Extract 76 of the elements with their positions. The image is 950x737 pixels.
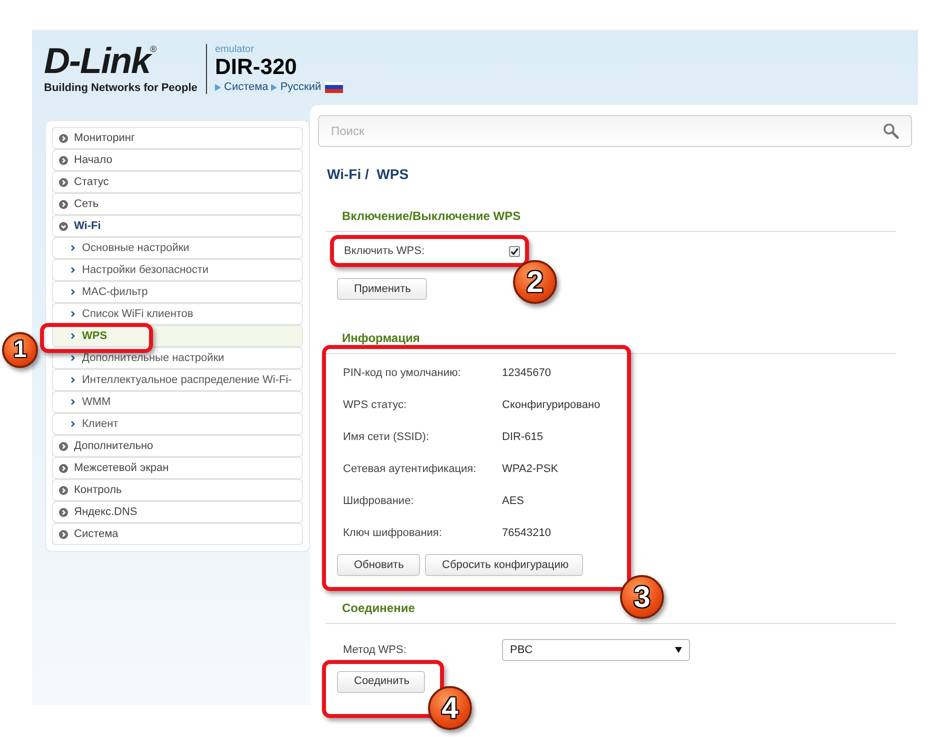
chevron-icon — [71, 421, 75, 427]
breadcrumb-link[interactable]: Система — [224, 79, 268, 96]
chevron-icon — [71, 289, 75, 295]
submenu-item[interactable]: Дополнительные настройки — [52, 347, 303, 369]
submenu-item[interactable]: Основные настройки — [52, 237, 303, 259]
action-button[interactable]: Соединить — [337, 670, 425, 692]
action-button[interactable]: Обновить — [337, 554, 420, 576]
chevron-right-icon — [59, 508, 68, 516]
field-label: Метод WPS: — [343, 643, 408, 658]
chevron-right-icon — [59, 530, 68, 538]
action-button[interactable]: Сбросить конфигурацию — [425, 554, 583, 576]
menu-item[interactable]: Контроль — [52, 479, 303, 501]
chevron-right-icon — [59, 156, 68, 164]
submenu-item[interactable]: WPS — [52, 325, 303, 347]
chevron-icon — [71, 399, 75, 405]
logo-text: D-Link — [44, 44, 150, 78]
chevron-icon — [71, 377, 75, 383]
chevron-right-icon — [59, 178, 68, 186]
chevron-down-icon — [59, 222, 68, 230]
submenu-item[interactable]: Настройки безопасности — [52, 259, 303, 281]
chevron-right-icon — [59, 200, 68, 208]
menu-item[interactable]: Начало — [52, 149, 303, 171]
info-label: Ключ шифрования: — [343, 526, 443, 541]
chevron-right-icon — [59, 134, 68, 142]
info-value: 76543210 — [502, 526, 551, 541]
menu-item[interactable]: Система — [52, 523, 303, 545]
method-dropdown[interactable]: PBC — [502, 639, 690, 662]
section-title: Включение/Выключение WPS — [342, 209, 521, 223]
registered-mark: ® — [150, 44, 157, 54]
submenu-item[interactable]: WMM — [52, 391, 303, 413]
field-label: Включить WPS: — [344, 244, 426, 259]
chevron-icon — [71, 245, 75, 251]
arrow-icon — [271, 84, 278, 91]
info-value: Сконфигурировано — [502, 398, 600, 413]
menu-item[interactable]: Сеть — [52, 193, 303, 215]
menu-item[interactable]: Мониторинг — [52, 127, 303, 149]
chevron-icon — [71, 333, 75, 339]
dropdown-arrow-icon — [675, 647, 682, 654]
search-input[interactable]: Поиск — [331, 122, 883, 140]
chevron-icon — [71, 355, 75, 361]
breadcrumb-link[interactable]: Русский — [280, 79, 322, 96]
arrow-icon — [215, 84, 221, 91]
submenu-item[interactable]: Интеллектуальное распределение Wi-Fi- — [52, 369, 303, 391]
search-icon[interactable] — [883, 123, 899, 139]
submenu-item[interactable]: Список WiFi клиентов — [52, 303, 303, 325]
menu-item[interactable]: Дополнительно — [52, 435, 303, 457]
info-label: PIN-код по умолчанию: — [343, 366, 462, 381]
menu-item[interactable]: Яндекс.DNS — [52, 501, 303, 523]
submenu-item[interactable]: Клиент — [52, 413, 303, 435]
info-label: WPS статус: — [343, 398, 408, 413]
info-value: WPA2-PSK — [502, 462, 558, 477]
chevron-right-icon — [59, 442, 68, 450]
emulator-label: emulator — [215, 44, 255, 55]
chevron-icon — [71, 267, 75, 273]
submenu-item[interactable]: MAC-фильтр — [52, 281, 303, 303]
flag-icon — [325, 82, 344, 93]
info-label: Сетевая аутентификация: — [343, 462, 478, 477]
section-title: Информация — [342, 331, 420, 346]
chevron-right-icon — [59, 486, 68, 494]
info-label: Имя сети (SSID): — [343, 430, 430, 445]
search-field[interactable]: Поиск — [318, 115, 912, 147]
callout-badge: 1 — [2, 332, 38, 368]
checkbox[interactable] — [509, 246, 520, 256]
page-title: Wi-Fi / WPS — [327, 165, 410, 184]
info-label: Шифрование: — [343, 494, 415, 509]
chevron-right-icon — [59, 464, 68, 472]
info-value: AES — [502, 494, 524, 509]
info-value: DIR-615 — [502, 430, 543, 445]
section-title: Соединение — [342, 601, 415, 616]
menu-item[interactable]: Wi-Fi — [52, 215, 303, 237]
menu-item[interactable]: Межсетевой экран — [52, 457, 303, 479]
info-value: 12345670 — [502, 366, 551, 381]
action-button[interactable]: Применить — [337, 278, 427, 300]
chevron-icon — [71, 311, 75, 317]
menu-item[interactable]: Статус — [52, 171, 303, 193]
model-name: DIR-320 — [215, 55, 298, 79]
